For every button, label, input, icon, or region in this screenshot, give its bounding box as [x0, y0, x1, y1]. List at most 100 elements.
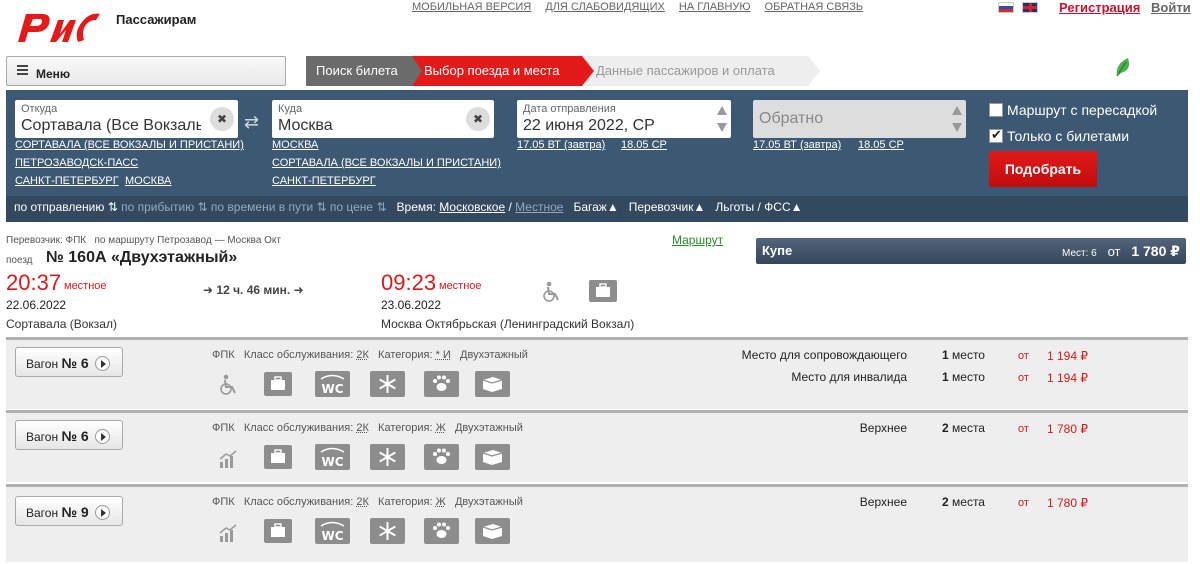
- sort-by-travel-time[interactable]: по времени в пути: [211, 200, 313, 214]
- wc-icon: WC: [315, 371, 350, 397]
- wagon-class-value[interactable]: 2К: [356, 496, 369, 508]
- seat-price[interactable]: 1 780 ₽: [1047, 496, 1088, 510]
- baggage-icon: [264, 519, 292, 543]
- return-date-field[interactable]: Обратно: [753, 100, 966, 138]
- transfer-checkbox[interactable]: Маршрут с пересадкой: [989, 102, 1157, 118]
- step-passengers: Данные пассажиров и оплата: [582, 56, 820, 86]
- arrival-tz: местное: [439, 280, 482, 292]
- flag-uk-icon[interactable]: [1022, 2, 1038, 13]
- swap-icon[interactable]: ⇄: [244, 112, 259, 133]
- wagon-type: Двухэтажный: [454, 496, 523, 508]
- login-link[interactable]: Войти: [1151, 0, 1191, 15]
- seat-price[interactable]: 1 780 ₽: [1047, 422, 1088, 436]
- wc-icon: WC: [315, 518, 350, 544]
- feedback-link[interactable]: ОБРАТНАЯ СВЯЗЬ: [765, 1, 864, 13]
- menu-button[interactable]: Меню: [6, 56, 286, 86]
- to-suggestion[interactable]: САНКТ-ПЕТЕРБУРГ: [272, 175, 376, 187]
- sort-icon: ⇅: [373, 200, 390, 214]
- svg-text:WC: WC: [321, 529, 343, 543]
- date-field[interactable]: Дата отправления 22 июня 2022, СР: [517, 100, 731, 138]
- sort-icon: ⇅: [194, 200, 211, 214]
- from-suggestion[interactable]: МОСКВА: [125, 175, 171, 187]
- tickets-only-label: Только с билетами: [1007, 128, 1130, 144]
- wagon-button[interactable]: Вагон № 6: [15, 347, 123, 377]
- from-input[interactable]: Сортавала (Все Вокзалы И: [21, 117, 201, 135]
- home-link[interactable]: НА ГЛАВНУЮ: [679, 1, 751, 13]
- wagon-class-value[interactable]: 2К: [356, 422, 369, 434]
- from-suggestion[interactable]: СОРТАВАЛА (ВСЕ ВОКЗАЛЫ И ПРИСТАНИ): [15, 139, 244, 151]
- seat-price[interactable]: 1 194 ₽: [1047, 371, 1088, 385]
- rzd-logo[interactable]: [12, 6, 104, 46]
- to-label: Куда: [278, 103, 303, 115]
- baggage-filter[interactable]: Багаж: [573, 200, 606, 214]
- step-search[interactable]: Поиск билета: [306, 56, 422, 86]
- wagon-category-value[interactable]: Ж: [436, 496, 446, 508]
- wagon-category-value[interactable]: * И: [436, 349, 451, 361]
- tickets-only-checkbox[interactable]: Только с билетами: [989, 127, 1130, 144]
- wagon-info: ФПК Класс обслуживания: 2К Категория: Ж …: [212, 496, 523, 508]
- from-field[interactable]: Откуда Сортавала (Все Вокзалы И ✖: [15, 100, 238, 138]
- from-suggestion[interactable]: САНКТ-ПЕТЕРБУРГ: [15, 175, 119, 187]
- clear-to-icon[interactable]: ✖: [466, 107, 490, 131]
- accessibility-link[interactable]: ДЛЯ СЛАБОВИДЯЩИХ: [545, 1, 665, 13]
- find-button[interactable]: Подобрать: [989, 151, 1097, 187]
- air-conditioning-icon: [370, 518, 405, 544]
- wagon-class-value[interactable]: 2К: [356, 349, 369, 361]
- time-label: Время:: [396, 200, 436, 214]
- wagon-number: № 6: [61, 355, 89, 371]
- wagon-button[interactable]: Вагон № 6: [15, 420, 123, 450]
- carrier-filter[interactable]: Перевозчик: [629, 200, 694, 214]
- register-link[interactable]: Регистрация: [1059, 0, 1140, 15]
- sort-by-departure[interactable]: по отправлению: [14, 200, 104, 214]
- wagon-type: Двухэтажный: [460, 349, 528, 361]
- wagon-category-label: Категория:: [378, 349, 433, 361]
- wagon-row: Вагон № 9 ФПК Класс обслуживания: 2К Кате…: [6, 484, 1188, 562]
- mobile-version-link[interactable]: МОБИЛЬНАЯ ВЕРСИЯ: [412, 1, 531, 13]
- sort-by-price[interactable]: по цене: [330, 200, 373, 214]
- wagon-class-label: Класс обслуживания:: [243, 349, 354, 361]
- wheelchair-icon: [543, 281, 559, 302]
- svg-text:WC: WC: [321, 382, 343, 396]
- benefits-filter[interactable]: Льготы / ФСС: [715, 200, 790, 214]
- wagon-carrier: ФПК: [212, 349, 235, 361]
- wagon-button[interactable]: Вагон № 9: [15, 496, 123, 526]
- departure-station: Сортавала (Вокзал): [6, 317, 117, 331]
- coupe-seats: Мест: 6: [1062, 248, 1097, 259]
- return-spinner-icon[interactable]: [952, 106, 962, 132]
- wagon-label: Вагон: [26, 357, 59, 371]
- date-input[interactable]: 22 июня 2022, СР: [523, 117, 655, 135]
- time-local-link[interactable]: Местное: [515, 200, 563, 214]
- time-moscow-link[interactable]: Московское: [439, 200, 505, 214]
- from-suggestion[interactable]: ПЕТРОЗАВОДСК-ПАСС: [15, 157, 138, 169]
- wagon-class-label: Класс обслуживания:: [243, 422, 354, 434]
- to-field[interactable]: Куда Москва ✖: [272, 100, 494, 138]
- date-label: Дата отправления: [523, 103, 616, 115]
- coupe-summary[interactable]: Купе Мест: 6 от 1 780 ₽: [756, 238, 1186, 264]
- seat-price[interactable]: 1 194 ₽: [1047, 349, 1088, 363]
- hamburger-icon: [17, 65, 28, 77]
- to-suggestion[interactable]: СОРТАВАЛА (ВСЕ ВОКЗАЛЫ И ПРИСТАНИ): [272, 157, 501, 169]
- tickets-only-checkbox-box[interactable]: [989, 127, 1003, 143]
- route-link[interactable]: Маршрут: [672, 233, 723, 247]
- seat-count-number: 2 места: [942, 421, 985, 435]
- return-suggestion-next[interactable]: 18.05 СР: [858, 139, 904, 151]
- wagon-category-value[interactable]: Ж: [436, 422, 446, 434]
- to-suggestion[interactable]: МОСКВА: [272, 139, 318, 151]
- date-spinner-icon[interactable]: [717, 106, 727, 132]
- return-suggestion-tomorrow[interactable]: 17.05 ВТ (завтра): [753, 139, 841, 151]
- transfer-checkbox-box[interactable]: [989, 103, 1003, 117]
- return-date-input[interactable]: Обратно: [759, 110, 823, 128]
- sort-icon: ⇅: [313, 200, 330, 214]
- to-input[interactable]: Москва: [278, 117, 333, 135]
- date-suggestion-tomorrow[interactable]: 17.05 ВТ (завтра): [517, 139, 605, 151]
- clear-from-icon[interactable]: ✖: [210, 107, 234, 131]
- coupe-title: Купе: [762, 243, 793, 258]
- duration: ➜ 12 ч. 46 мин. ➜: [203, 283, 304, 297]
- wc-icon: WC: [315, 444, 350, 470]
- coupe-price: 1 780 ₽: [1131, 243, 1180, 259]
- linen-icon: [475, 371, 510, 397]
- date-suggestion-next[interactable]: 18.05 СР: [621, 139, 667, 151]
- flag-ru-icon[interactable]: [998, 2, 1014, 13]
- sort-by-arrival[interactable]: по прибытию: [121, 200, 194, 214]
- eco-leaf-icon[interactable]: [1114, 56, 1132, 78]
